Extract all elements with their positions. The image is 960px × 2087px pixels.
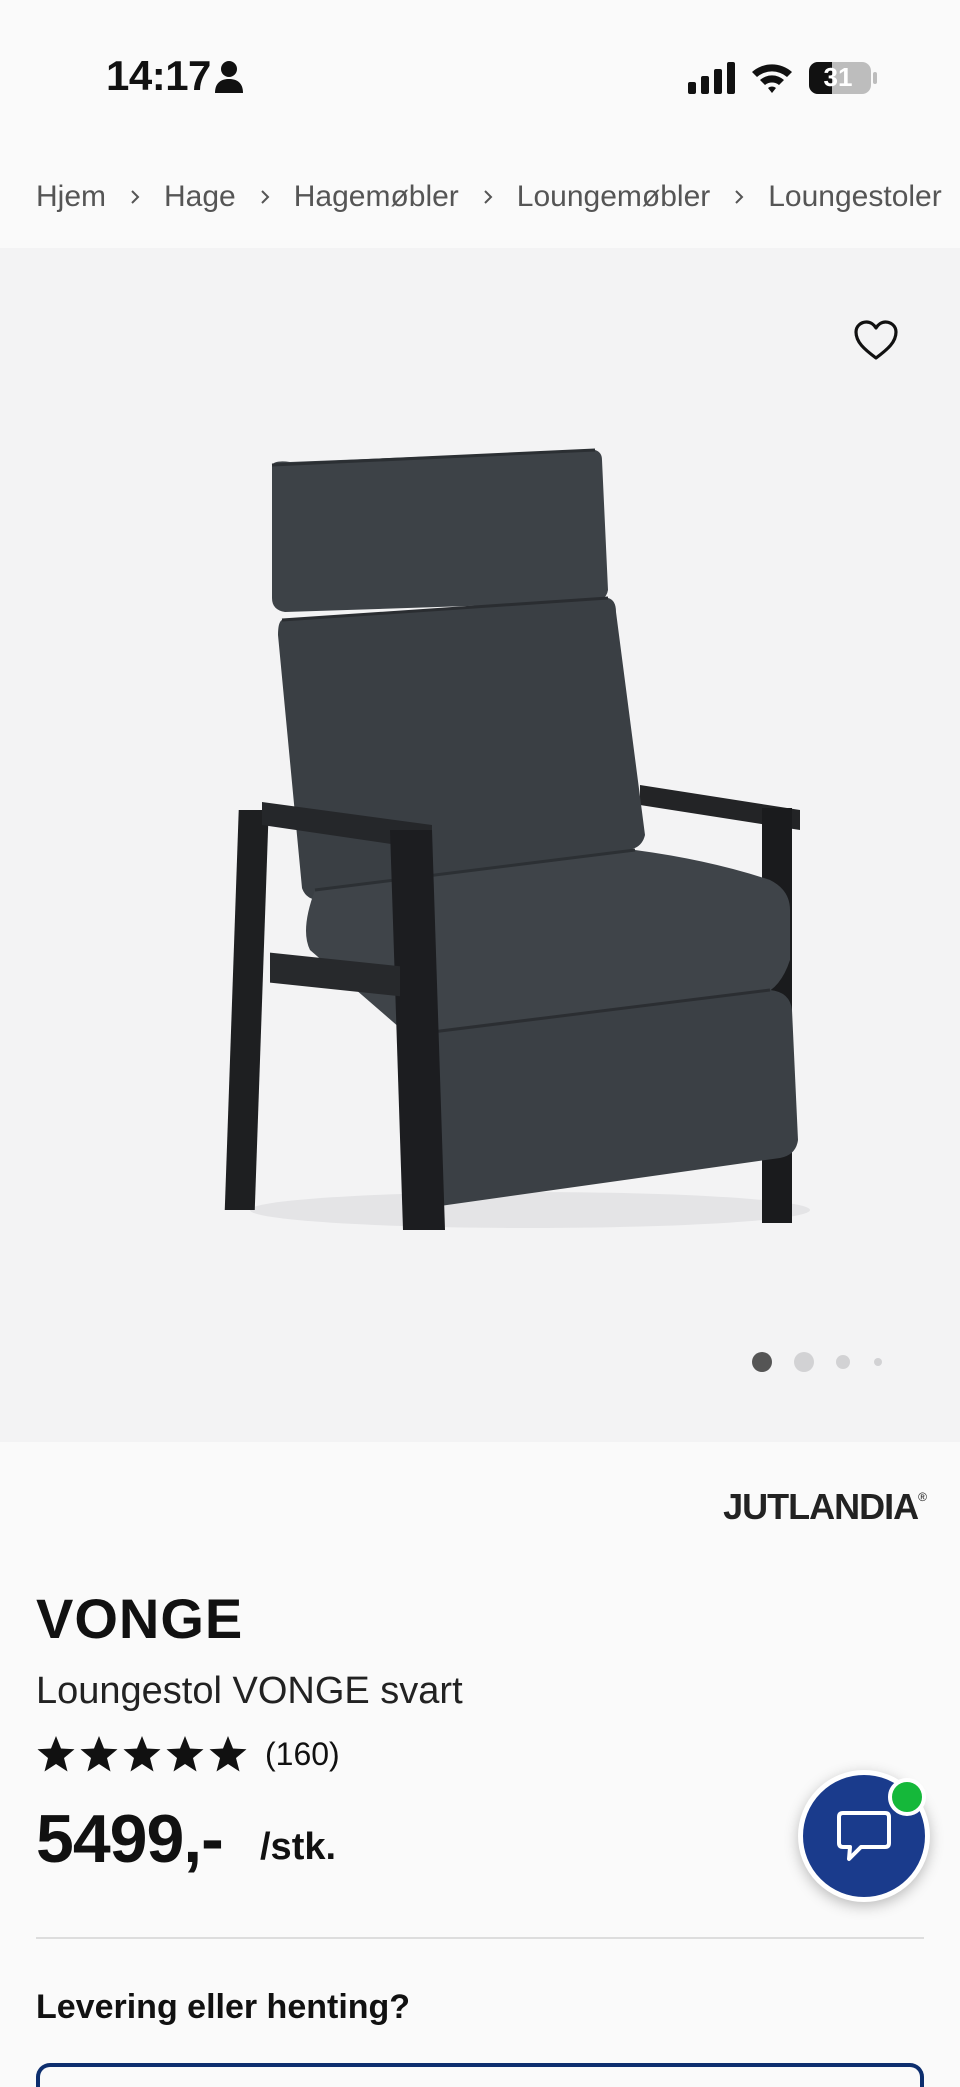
- gallery-pagination[interactable]: [752, 1350, 882, 1374]
- delivery-option-box[interactable]: [36, 2063, 924, 2087]
- star-icon: [37, 1736, 75, 1772]
- gallery-dot[interactable]: [874, 1358, 882, 1366]
- breadcrumb-item-hjem[interactable]: Hjem: [36, 180, 106, 214]
- breadcrumb-item-hage[interactable]: Hage: [164, 180, 236, 214]
- gallery-dot-active[interactable]: [752, 1352, 772, 1372]
- gallery-dot[interactable]: [794, 1352, 814, 1372]
- star-icon: [166, 1736, 204, 1772]
- online-status-dot: [888, 1778, 926, 1816]
- person-icon: [215, 61, 243, 93]
- product-description: Loungestol VONGE svart: [36, 1670, 463, 1712]
- delivery-heading: Levering eller henting?: [36, 1988, 411, 2026]
- product-image-chair: [224, 448, 810, 1230]
- breadcrumb-item-loungestoler[interactable]: Loungestoler: [768, 180, 941, 214]
- status-bar: 14:17 31: [0, 0, 960, 150]
- product-price: 5499,-: [36, 1801, 224, 1877]
- chevron-right-icon: [261, 190, 270, 204]
- product-rating[interactable]: (160): [36, 1730, 340, 1778]
- star-icon: [209, 1736, 247, 1772]
- gallery-dot[interactable]: [836, 1355, 850, 1369]
- battery-level: 31: [823, 62, 853, 92]
- breadcrumb: Hjem Hage Hagemøbler Loungemøbler Lounge…: [36, 172, 942, 222]
- chevron-right-icon: [484, 190, 493, 204]
- rating-count: (160): [265, 1735, 340, 1772]
- divider: [36, 1937, 924, 1939]
- breadcrumb-item-loungemobler[interactable]: Loungemøbler: [517, 180, 710, 214]
- brand-logo: JUTLANDIA®: [723, 1486, 927, 1527]
- wifi-icon: [752, 64, 792, 93]
- price-unit: /stk.: [260, 1826, 337, 1868]
- product-title: VONGE: [36, 1587, 244, 1650]
- chevron-right-icon: [131, 190, 140, 204]
- chat-bubble-icon: [837, 1811, 891, 1861]
- chevron-right-icon: [735, 190, 744, 204]
- cellular-signal-icon: [688, 62, 735, 94]
- star-icon: [80, 1736, 118, 1772]
- status-time: 14:17: [106, 52, 211, 99]
- favorite-heart-icon[interactable]: [852, 318, 900, 362]
- breadcrumb-item-hagemobler[interactable]: Hagemøbler: [294, 180, 459, 214]
- star-icon: [123, 1736, 161, 1772]
